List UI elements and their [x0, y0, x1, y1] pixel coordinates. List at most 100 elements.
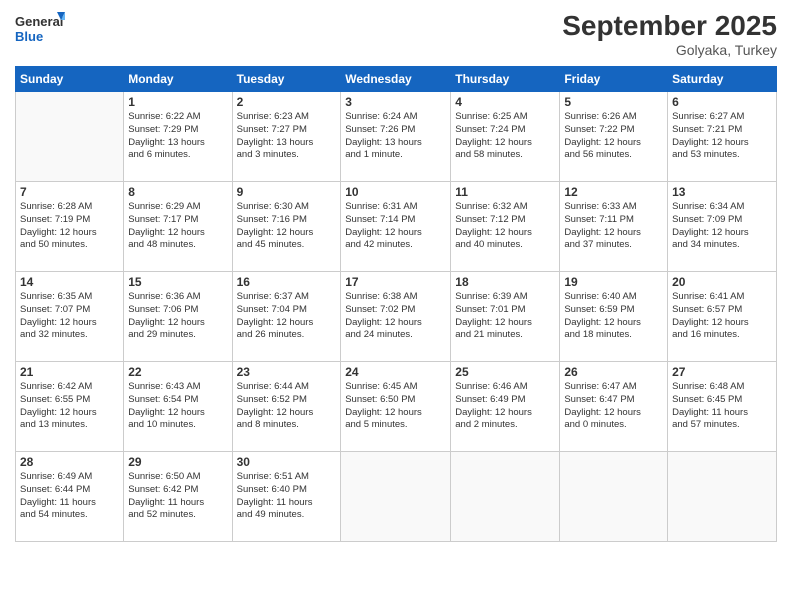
- day-number: 27: [672, 365, 772, 379]
- svg-text:General: General: [15, 14, 63, 29]
- calendar-cell: [451, 452, 560, 542]
- calendar-header-monday: Monday: [124, 67, 232, 92]
- calendar-cell: 29 Sunrise: 6:50 AMSunset: 6:42 PMDayligh…: [124, 452, 232, 542]
- day-info: Sunrise: 6:51 AMSunset: 6:40 PMDaylight:…: [237, 471, 337, 522]
- day-info: Sunrise: 6:22 AMSunset: 7:29 PMDaylight:…: [128, 111, 227, 162]
- day-number: 3: [345, 95, 446, 109]
- month-title: September 2025: [562, 10, 777, 42]
- calendar-cell: 4Sunrise: 6:25 AMSunset: 7:24 PMDaylight…: [451, 92, 560, 182]
- calendar-cell: 28 Sunrise: 6:49 AMSunset: 6:44 PMDayligh…: [16, 452, 124, 542]
- day-info: Sunrise: 6:29 AMSunset: 7:17 PMDaylight:…: [128, 201, 227, 252]
- day-info: Sunrise: 6:28 AMSunset: 7:19 PMDaylight:…: [20, 201, 119, 252]
- day-info: Sunrise: 6:35 AMSunset: 7:07 PMDaylight:…: [20, 291, 119, 342]
- calendar-cell: 17Sunrise: 6:38 AMSunset: 7:02 PMDayligh…: [341, 272, 451, 362]
- calendar-cell: 6Sunrise: 6:27 AMSunset: 7:21 PMDaylight…: [668, 92, 777, 182]
- day-info: Sunrise: 6:50 AMSunset: 6:42 PMDaylight:…: [128, 471, 227, 522]
- calendar-week-row: 1 Sunrise: 6:22 AMSunset: 7:29 PMDaylight…: [16, 92, 777, 182]
- day-info: Sunrise: 6:27 AMSunset: 7:21 PMDaylight:…: [672, 111, 772, 162]
- calendar-cell: 21Sunrise: 6:42 AMSunset: 6:55 PMDayligh…: [16, 362, 124, 452]
- day-info: Sunrise: 6:34 AMSunset: 7:09 PMDaylight:…: [672, 201, 772, 252]
- day-number: 25: [455, 365, 555, 379]
- day-info: Sunrise: 6:32 AMSunset: 7:12 PMDaylight:…: [455, 201, 555, 252]
- calendar-header-friday: Friday: [560, 67, 668, 92]
- calendar-cell: 7 Sunrise: 6:28 AMSunset: 7:19 PMDaylight…: [16, 182, 124, 272]
- day-number: 20: [672, 275, 772, 289]
- page: General Blue September 2025 Golyaka, Tur…: [0, 0, 792, 612]
- day-info: Sunrise: 6:49 AMSunset: 6:44 PMDaylight:…: [20, 471, 119, 522]
- calendar-week-row: 7 Sunrise: 6:28 AMSunset: 7:19 PMDaylight…: [16, 182, 777, 272]
- day-number: 11: [455, 185, 555, 199]
- calendar-week-row: 14 Sunrise: 6:35 AMSunset: 7:07 PMDayligh…: [16, 272, 777, 362]
- svg-text:Blue: Blue: [15, 29, 43, 44]
- day-number: 7: [20, 185, 119, 199]
- day-number: 29: [128, 455, 227, 469]
- calendar-cell: 25Sunrise: 6:46 AMSunset: 6:49 PMDayligh…: [451, 362, 560, 452]
- day-info: Sunrise: 6:41 AMSunset: 6:57 PMDaylight:…: [672, 291, 772, 342]
- calendar-header-row: SundayMondayTuesdayWednesdayThursdayFrid…: [16, 67, 777, 92]
- day-number: 5: [564, 95, 663, 109]
- header: General Blue September 2025 Golyaka, Tur…: [15, 10, 777, 58]
- calendar-table: SundayMondayTuesdayWednesdayThursdayFrid…: [15, 66, 777, 542]
- calendar-cell: 9Sunrise: 6:30 AMSunset: 7:16 PMDaylight…: [232, 182, 341, 272]
- day-info: Sunrise: 6:30 AMSunset: 7:16 PMDaylight:…: [237, 201, 337, 252]
- calendar-header-saturday: Saturday: [668, 67, 777, 92]
- calendar-cell: 30 Sunrise: 6:51 AMSunset: 6:40 PMDayligh…: [232, 452, 341, 542]
- day-number: 15: [128, 275, 227, 289]
- calendar-cell: 26 Sunrise: 6:47 AMSunset: 6:47 PMDayligh…: [560, 362, 668, 452]
- calendar-cell: 18 Sunrise: 6:39 AMSunset: 7:01 PMDayligh…: [451, 272, 560, 362]
- calendar-header-sunday: Sunday: [16, 67, 124, 92]
- day-info: Sunrise: 6:24 AMSunset: 7:26 PMDaylight:…: [345, 111, 446, 162]
- calendar-cell: 20 Sunrise: 6:41 AMSunset: 6:57 PMDayligh…: [668, 272, 777, 362]
- calendar-header-tuesday: Tuesday: [232, 67, 341, 92]
- calendar-cell: 23 Sunrise: 6:44 AMSunset: 6:52 PMDayligh…: [232, 362, 341, 452]
- calendar-cell: 22 Sunrise: 6:43 AMSunset: 6:54 PMDayligh…: [124, 362, 232, 452]
- calendar-cell: 3 Sunrise: 6:24 AMSunset: 7:26 PMDaylight…: [341, 92, 451, 182]
- day-number: 26: [564, 365, 663, 379]
- calendar-cell: 27 Sunrise: 6:48 AMSunset: 6:45 PMDayligh…: [668, 362, 777, 452]
- day-info: Sunrise: 6:48 AMSunset: 6:45 PMDaylight:…: [672, 381, 772, 432]
- day-number: 28: [20, 455, 119, 469]
- day-number: 14: [20, 275, 119, 289]
- calendar-cell: 14 Sunrise: 6:35 AMSunset: 7:07 PMDayligh…: [16, 272, 124, 362]
- day-number: 23: [237, 365, 337, 379]
- day-info: Sunrise: 6:23 AMSunset: 7:27 PMDaylight:…: [237, 111, 337, 162]
- day-number: 19: [564, 275, 663, 289]
- day-info: Sunrise: 6:37 AMSunset: 7:04 PMDaylight:…: [237, 291, 337, 342]
- calendar-header-wednesday: Wednesday: [341, 67, 451, 92]
- calendar-cell: 2Sunrise: 6:23 AMSunset: 7:27 PMDaylight…: [232, 92, 341, 182]
- calendar-cell: 12Sunrise: 6:33 AMSunset: 7:11 PMDayligh…: [560, 182, 668, 272]
- calendar-cell: 15 Sunrise: 6:36 AMSunset: 7:06 PMDayligh…: [124, 272, 232, 362]
- day-number: 8: [128, 185, 227, 199]
- logo-svg: General Blue: [15, 10, 65, 48]
- day-number: 18: [455, 275, 555, 289]
- calendar-cell: [341, 452, 451, 542]
- day-info: Sunrise: 6:47 AMSunset: 6:47 PMDaylight:…: [564, 381, 663, 432]
- calendar-cell: 11 Sunrise: 6:32 AMSunset: 7:12 PMDayligh…: [451, 182, 560, 272]
- calendar-cell: [16, 92, 124, 182]
- day-info: Sunrise: 6:31 AMSunset: 7:14 PMDaylight:…: [345, 201, 446, 252]
- calendar-header-thursday: Thursday: [451, 67, 560, 92]
- day-info: Sunrise: 6:45 AMSunset: 6:50 PMDaylight:…: [345, 381, 446, 432]
- day-info: Sunrise: 6:25 AMSunset: 7:24 PMDaylight:…: [455, 111, 555, 162]
- day-number: 21: [20, 365, 119, 379]
- calendar-cell: 8 Sunrise: 6:29 AMSunset: 7:17 PMDaylight…: [124, 182, 232, 272]
- calendar-cell: 19Sunrise: 6:40 AMSunset: 6:59 PMDayligh…: [560, 272, 668, 362]
- day-number: 22: [128, 365, 227, 379]
- title-block: September 2025 Golyaka, Turkey: [562, 10, 777, 58]
- day-info: Sunrise: 6:36 AMSunset: 7:06 PMDaylight:…: [128, 291, 227, 342]
- day-number: 16: [237, 275, 337, 289]
- calendar-cell: 13 Sunrise: 6:34 AMSunset: 7:09 PMDayligh…: [668, 182, 777, 272]
- calendar-cell: [560, 452, 668, 542]
- calendar-cell: 24Sunrise: 6:45 AMSunset: 6:50 PMDayligh…: [341, 362, 451, 452]
- calendar-cell: 10Sunrise: 6:31 AMSunset: 7:14 PMDayligh…: [341, 182, 451, 272]
- day-number: 1: [128, 95, 227, 109]
- day-info: Sunrise: 6:43 AMSunset: 6:54 PMDaylight:…: [128, 381, 227, 432]
- day-number: 30: [237, 455, 337, 469]
- day-info: Sunrise: 6:26 AMSunset: 7:22 PMDaylight:…: [564, 111, 663, 162]
- calendar-cell: 1 Sunrise: 6:22 AMSunset: 7:29 PMDaylight…: [124, 92, 232, 182]
- day-info: Sunrise: 6:39 AMSunset: 7:01 PMDaylight:…: [455, 291, 555, 342]
- day-info: Sunrise: 6:33 AMSunset: 7:11 PMDaylight:…: [564, 201, 663, 252]
- day-info: Sunrise: 6:44 AMSunset: 6:52 PMDaylight:…: [237, 381, 337, 432]
- day-number: 13: [672, 185, 772, 199]
- logo: General Blue: [15, 10, 65, 48]
